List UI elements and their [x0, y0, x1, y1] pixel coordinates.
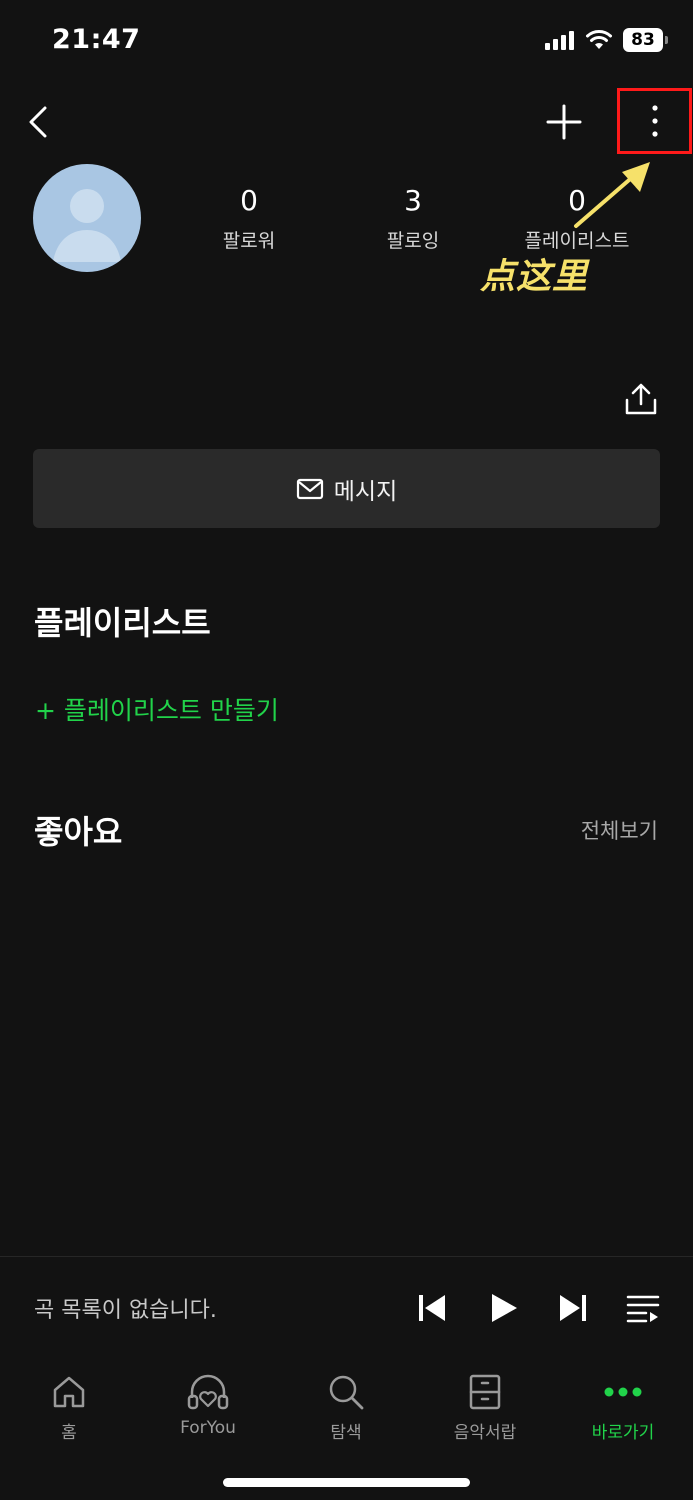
followers-count: 0	[240, 184, 258, 217]
queue-list-icon	[626, 1295, 660, 1323]
play-icon	[492, 1294, 517, 1322]
followers-stat[interactable]: 0 팔로워	[179, 184, 319, 253]
more-dots-icon	[604, 1387, 642, 1397]
annotation-text: 点这里	[480, 257, 589, 297]
skip-previous-icon	[419, 1295, 445, 1321]
home-icon	[53, 1376, 85, 1408]
status-icons: 83	[545, 28, 668, 52]
headphones-heart-icon	[187, 1374, 229, 1410]
chevron-left-icon	[29, 106, 47, 138]
tab-foryou-label: ForYou	[180, 1418, 236, 1438]
following-count: 3	[404, 184, 422, 217]
vertical-dots-icon	[651, 105, 658, 137]
queue-button[interactable]	[621, 1286, 665, 1330]
avatar[interactable]	[33, 164, 141, 272]
tab-shortcuts[interactable]: 바로가기	[568, 1372, 678, 1443]
status-time: 21:47	[52, 24, 141, 55]
more-options-button[interactable]	[617, 88, 692, 154]
next-button[interactable]	[551, 1286, 595, 1330]
tab-explore[interactable]: 탐색	[291, 1372, 401, 1443]
tab-home-label: 홈	[61, 1423, 77, 1443]
following-label: 팔로잉	[386, 230, 440, 252]
likes-section-title: 좋아요	[34, 813, 123, 851]
player-status-text: 곡 목록이 없습니다.	[34, 1298, 217, 1323]
search-icon	[329, 1375, 364, 1410]
tab-home[interactable]: 홈	[14, 1372, 124, 1443]
tab-music-drawer[interactable]: 음악서랍	[430, 1372, 540, 1443]
drawer-icon	[469, 1374, 501, 1410]
default-avatar-icon	[53, 189, 121, 262]
annotation-arrow	[574, 162, 650, 228]
message-label: 메시지	[333, 478, 398, 505]
tab-shortcuts-label: 바로가기	[591, 1423, 655, 1443]
see-all-link[interactable]: 전체보기	[581, 815, 658, 845]
create-playlist-link[interactable]: + 플레이리스트 만들기	[35, 691, 279, 727]
following-stat[interactable]: 3 팔로잉	[343, 184, 483, 253]
play-button[interactable]	[482, 1286, 526, 1330]
previous-button[interactable]	[410, 1286, 454, 1330]
battery-level: 83	[631, 30, 655, 50]
skip-next-icon	[560, 1295, 586, 1321]
followers-label: 팔로워	[222, 230, 276, 252]
playlist-section-title: 플레이리스트	[34, 604, 211, 642]
back-button[interactable]	[18, 100, 58, 144]
add-button[interactable]	[540, 100, 588, 144]
message-button[interactable]: 메시지	[33, 449, 660, 528]
share-button[interactable]	[620, 378, 662, 420]
home-indicator	[223, 1478, 470, 1487]
battery-indicator: 83	[623, 28, 668, 52]
plus-icon	[546, 104, 582, 140]
mail-icon	[296, 478, 323, 499]
tab-foryou[interactable]: ForYou	[153, 1372, 263, 1438]
tab-explore-label: 탐색	[330, 1423, 362, 1443]
tab-music-drawer-label: 음악서랍	[453, 1423, 517, 1443]
share-icon	[625, 383, 657, 415]
signal-icon	[545, 31, 574, 50]
wifi-icon	[586, 30, 612, 49]
